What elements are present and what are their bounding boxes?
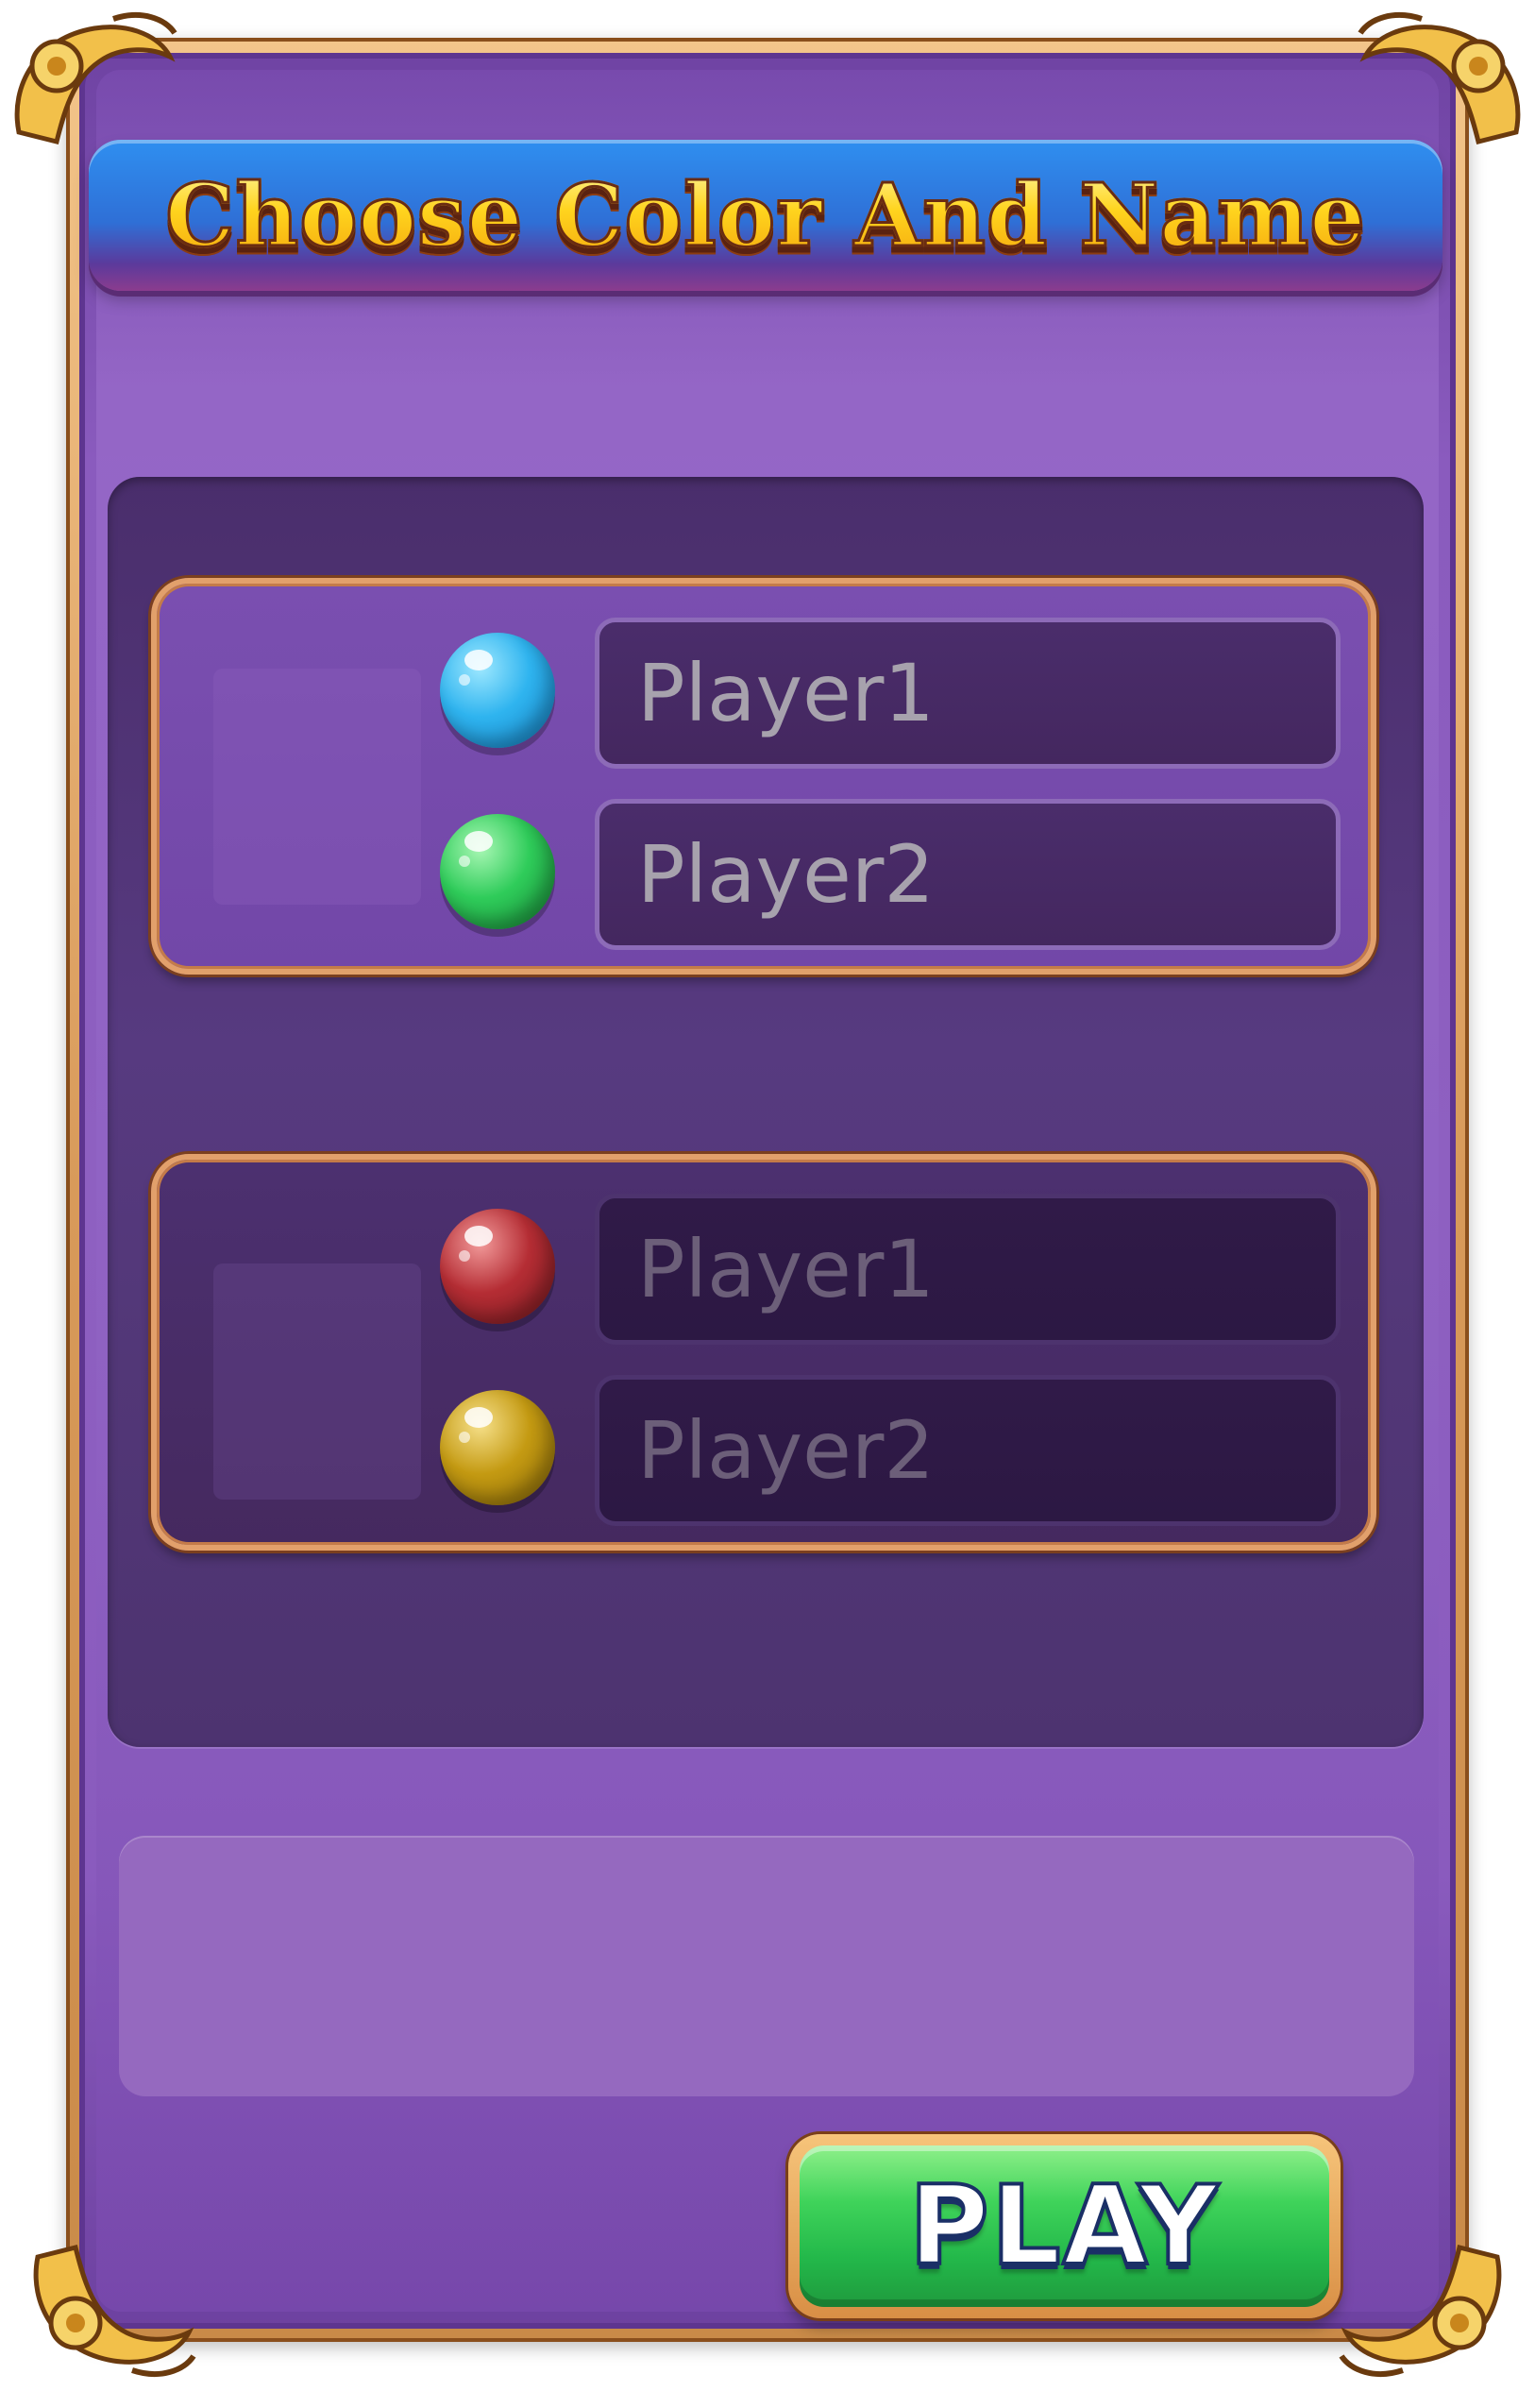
yellow-ball-icon[interactable] [440,1390,555,1505]
corner-ornament-icon [14,12,177,145]
red-ball-icon[interactable] [440,1209,555,1324]
player-row: Player2 [440,1375,1346,1526]
play-button[interactable]: PLAY [788,2134,1341,2318]
blue-ball-icon[interactable] [440,633,555,748]
player-name-field[interactable]: Player1 [595,618,1341,769]
play-button-face: PLAY [800,2145,1329,2307]
player-group-1[interactable]: Player1 Player2 [151,578,1376,975]
info-box [119,1836,1414,2096]
green-ball-icon[interactable] [440,814,555,929]
avatar-slot [213,669,421,905]
game-screen: Choose Color And Name Player1 Player2 Pl… [0,0,1535,2408]
player-group-2[interactable]: Player1 Player2 [151,1154,1376,1551]
corner-ornament-icon [1358,12,1521,145]
player-name-field[interactable]: Player2 [595,799,1341,950]
corner-ornament-icon [33,2244,196,2377]
corner-ornament-icon [1339,2244,1502,2377]
player-name-field[interactable]: Player2 [595,1375,1341,1526]
player-row: Player2 [440,799,1346,950]
player-name-field[interactable]: Player1 [595,1194,1341,1345]
play-label: PLAY [907,2161,1221,2292]
title-banner: Choose Color And Name [89,140,1442,291]
page-title: Choose Color And Name [164,163,1367,268]
player-row: Player1 [440,1194,1346,1345]
avatar-slot [213,1263,421,1500]
player-row: Player1 [440,618,1346,769]
